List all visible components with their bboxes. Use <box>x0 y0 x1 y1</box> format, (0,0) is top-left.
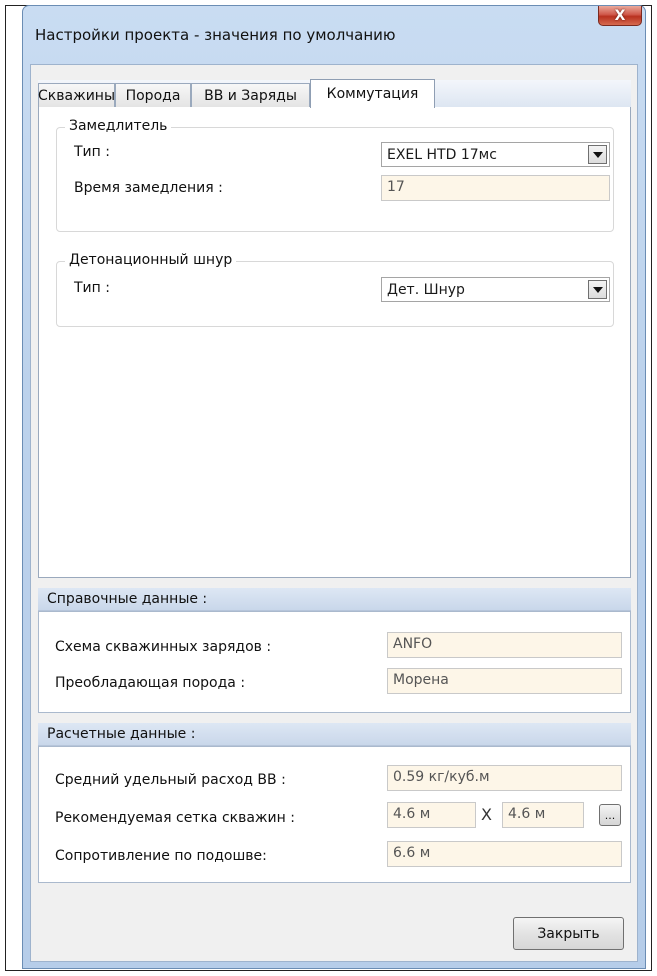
well-grid-label: Рекомендуемая сетка скважин : <box>55 810 295 826</box>
tab-switching-label: Коммутация <box>326 86 419 102</box>
cord-type-label: Тип : <box>74 280 110 296</box>
tab-rock-label: Порода <box>125 87 181 104</box>
title-bar[interactable]: Настройки проекта - значения по умолчани… <box>23 6 645 64</box>
detonating-cord-group-legend: Детонационный шнур <box>65 252 237 268</box>
dominant-rock-label: Преобладающая порода : <box>55 675 246 691</box>
grid-options-button[interactable]: ... <box>599 804 621 826</box>
toe-resistance-field[interactable]: 6.6 м <box>387 841 622 867</box>
delay-time-field[interactable]: 17 <box>381 175 610 201</box>
calculated-data-header: Расчетные данные : <box>38 723 631 746</box>
tab-switching[interactable]: Коммутация <box>310 79 435 108</box>
reference-data-header: Справочные данные : <box>38 588 631 611</box>
cord-type-value: Дет. Шнур <box>387 282 465 298</box>
tab-page-switching: Замедлитель Тип : EXEL HTD 17мс Время за… <box>38 107 631 578</box>
tab-strip: Скважины Порода ВВ и Заряды Коммутация <box>38 79 631 108</box>
tab-explosives-label: ВВ и Заряды <box>204 87 297 104</box>
charge-scheme-field[interactable]: ANFO <box>387 632 622 658</box>
tab-explosives[interactable]: ВВ и Заряды <box>191 83 310 107</box>
delay-type-select[interactable]: EXEL HTD 17мс <box>381 142 610 167</box>
close-window-button[interactable]: X <box>598 6 642 26</box>
dialog-window: Настройки проекта - значения по умолчани… <box>22 5 646 969</box>
toe-resistance-label: Сопротивление по подошве: <box>55 848 267 864</box>
delay-group-legend: Замедлитель <box>65 118 172 134</box>
delay-type-value: EXEL HTD 17мс <box>387 147 497 163</box>
calculated-data-panel: Средний удельный расход ВВ : 0.59 кг/куб… <box>38 746 631 883</box>
chevron-down-icon[interactable] <box>588 280 607 299</box>
grid-x-field[interactable]: 4.6 м <box>387 802 476 828</box>
dialog-client-area: Скважины Порода ВВ и Заряды Коммутация З… <box>30 64 638 962</box>
delay-type-label: Тип : <box>74 144 110 160</box>
tab-wells[interactable]: Скважины <box>38 83 115 107</box>
chevron-down-icon[interactable] <box>588 145 607 164</box>
close-button[interactable]: Закрыть <box>513 917 624 950</box>
delay-group: Замедлитель Тип : EXEL HTD 17мс Время за… <box>56 118 614 232</box>
reference-data-panel: Схема скважинных зарядов : ANFO Преоблад… <box>38 611 631 713</box>
dominant-rock-field[interactable]: Морена <box>387 668 622 694</box>
charge-scheme-label: Схема скважинных зарядов : <box>55 639 272 655</box>
explosive-consumption-label: Средний удельный расход ВВ : <box>55 772 286 788</box>
grid-y-field[interactable]: 4.6 м <box>502 802 584 828</box>
detonating-cord-group: Детонационный шнур Тип : Дет. Шнур <box>56 252 614 327</box>
window-title: Настройки проекта - значения по умолчани… <box>35 26 396 44</box>
close-icon: X <box>614 7 626 24</box>
tab-rock[interactable]: Порода <box>115 83 191 107</box>
tab-wells-label: Скважины <box>38 87 115 104</box>
delay-time-label: Время замедления : <box>74 180 223 196</box>
grid-separator: X <box>481 805 492 824</box>
cord-type-select[interactable]: Дет. Шнур <box>381 277 610 302</box>
explosive-consumption-field[interactable]: 0.59 кг/куб.м <box>387 765 622 791</box>
